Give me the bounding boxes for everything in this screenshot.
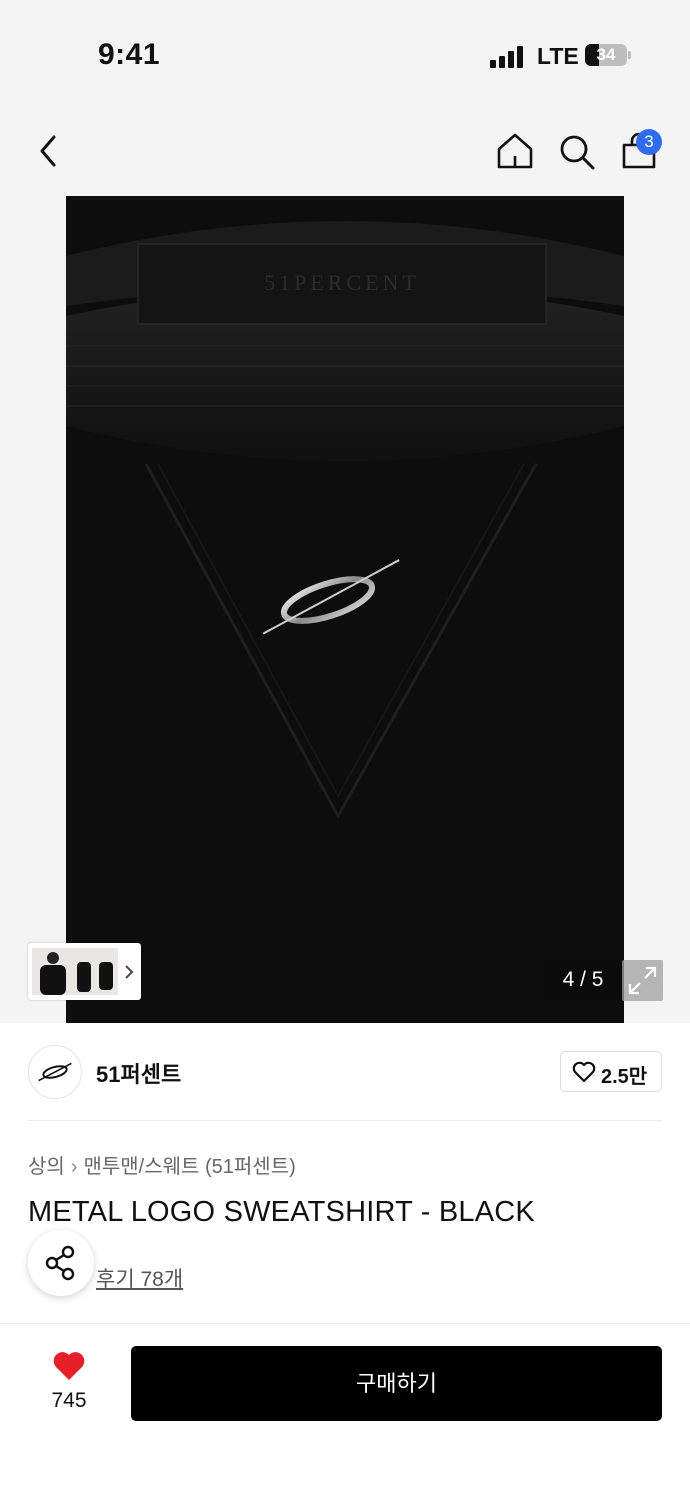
divider <box>28 1120 662 1121</box>
bottom-bar-divider <box>0 1323 690 1324</box>
network-label: LTE <box>537 43 579 69</box>
thumbnail-image-2[interactable] <box>74 948 94 995</box>
signal-icon <box>490 46 524 68</box>
status-bar: 9:41 LTE 34 <box>0 0 690 100</box>
chevron-right-icon <box>125 965 134 979</box>
product-image[interactable]: 51PERCENT <box>66 196 624 1023</box>
wish-count: 745 <box>51 1389 87 1412</box>
review-link[interactable]: 후기 78개 <box>96 1263 183 1293</box>
brand-like-count: 2.5만 <box>601 1066 648 1088</box>
buy-button[interactable]: 구매하기 <box>131 1346 662 1421</box>
brand-logo-icon <box>38 1062 72 1082</box>
label-text-mark: 51PERCENT <box>264 270 420 295</box>
brand-name[interactable]: 51퍼센트 <box>96 1057 181 1089</box>
search-icon[interactable] <box>558 133 596 171</box>
wish-button[interactable]: 745 <box>30 1348 108 1418</box>
home-icon[interactable] <box>496 132 534 170</box>
breadcrumb-subcategory[interactable]: 맨투맨/스웨트 (51퍼센트) <box>83 1156 295 1178</box>
product-title: METAL LOGO SWEATSHIRT - BLACK <box>28 1196 535 1228</box>
battery-cap <box>628 51 631 59</box>
expand-icon <box>628 966 657 995</box>
share-button[interactable] <box>28 1230 94 1296</box>
battery-percent: 34 <box>596 45 616 64</box>
brand-like-button[interactable]: 2.5만 <box>560 1051 662 1092</box>
heart-outline-icon <box>572 1061 596 1083</box>
breadcrumb: 상의 › 맨투맨/스웨트 (51퍼센트) <box>28 1150 296 1179</box>
status-time: 9:41 <box>98 38 161 71</box>
cart-count-badge: 3 <box>636 129 662 155</box>
breadcrumb-category[interactable]: 상의 <box>28 1156 65 1178</box>
back-icon[interactable] <box>36 134 62 168</box>
thumbnail-strip[interactable] <box>28 943 141 1000</box>
thumbnail-image-1[interactable] <box>32 948 74 995</box>
thumbnail-image-3[interactable] <box>94 948 118 995</box>
expand-image-button[interactable] <box>622 960 663 1001</box>
product-photo: 51PERCENT <box>66 196 624 1023</box>
heart-filled-icon <box>53 1352 85 1380</box>
share-icon <box>45 1245 75 1281</box>
image-counter: 4 / 5 <box>544 960 622 1000</box>
brand-logo[interactable] <box>28 1045 82 1099</box>
battery-icon: 34 <box>585 44 627 66</box>
breadcrumb-separator-icon: › <box>70 1156 78 1178</box>
